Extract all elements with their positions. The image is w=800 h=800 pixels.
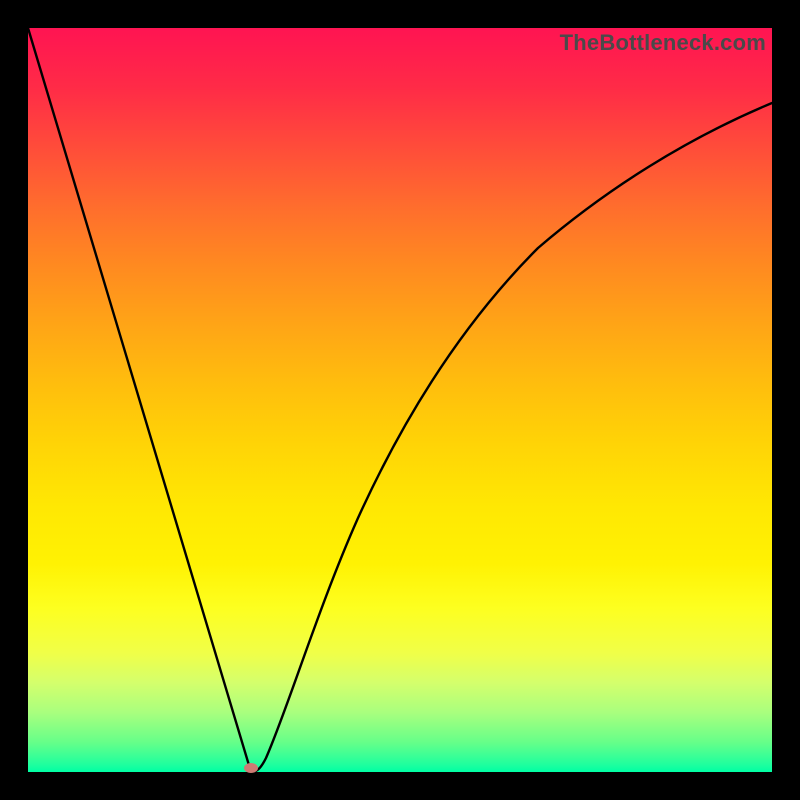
plot-area: TheBottleneck.com	[28, 28, 772, 772]
bottleneck-curve	[28, 28, 772, 772]
chart-frame: TheBottleneck.com	[0, 0, 800, 800]
curve-path	[28, 28, 772, 772]
